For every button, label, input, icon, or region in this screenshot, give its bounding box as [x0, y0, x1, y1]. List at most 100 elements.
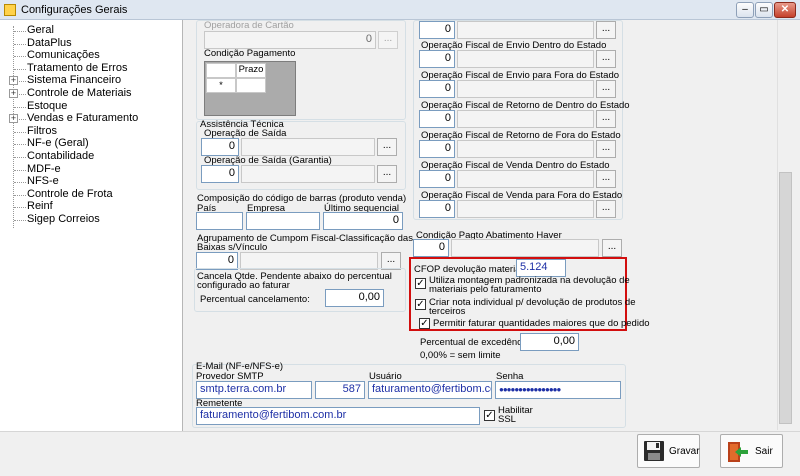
senha-field[interactable]: ●●●●●●●●●●●●●●●●: [495, 381, 621, 399]
pais-field[interactable]: [196, 212, 243, 230]
op-saida-garantia-lookup-button[interactable]: ...: [377, 165, 397, 183]
perc-excedencia-field[interactable]: 0,00: [520, 333, 579, 351]
tree-connector: [14, 220, 26, 221]
tree-item[interactable]: Filtros: [27, 125, 57, 137]
floppy-disk-icon: [644, 441, 664, 461]
cond-abatimento-desc-field: [451, 239, 599, 257]
cb-permitir-faturar[interactable]: ✓: [419, 318, 430, 329]
top-op-lookup-button[interactable]: ...: [596, 21, 616, 39]
tree-connector: [14, 131, 26, 133]
perc-cancelamento-label: Percentual cancelamento:: [200, 294, 310, 305]
tree-connector: [14, 144, 26, 146]
perc-excedencia-label: Percentual de excedência:: [420, 337, 532, 348]
cb-montagem-label-2: materiais pelo faturamento: [429, 284, 542, 295]
cb-nota-individual-label-2: terceiros: [429, 306, 466, 317]
perc-cancelamento-field[interactable]: 0,00: [325, 289, 384, 307]
grid-cell-prazo[interactable]: [236, 78, 266, 93]
sair-label: Sair: [755, 446, 773, 457]
op-saida-lookup-button[interactable]: ...: [377, 138, 397, 156]
smtp-field[interactable]: smtp.terra.com.br: [196, 381, 312, 399]
fiscal-op-lookup-button[interactable]: ...: [596, 170, 616, 188]
fiscal-op-code-field[interactable]: 0: [419, 50, 455, 68]
smtp-port-field[interactable]: 587: [315, 381, 365, 399]
tree-item[interactable]: Tratamento de Erros: [27, 62, 127, 74]
cond-abatimento-lookup-button[interactable]: ...: [602, 239, 622, 257]
tree-item[interactable]: MDF-e: [27, 163, 61, 175]
op-saida-desc-field: [241, 138, 375, 156]
tree-item[interactable]: Reinf: [27, 200, 53, 212]
tree-item[interactable]: Sigep Correios: [27, 213, 100, 225]
condicao-pagamento-grid[interactable]: Prazo *: [204, 61, 296, 116]
ultimo-sequencial-field[interactable]: 0: [323, 212, 403, 230]
tree-expand-icon[interactable]: +: [9, 114, 18, 124]
settings-tree: Geral DataPlus Comunicações Tratamento de E…: [0, 20, 183, 432]
tree-expand-icon[interactable]: +: [9, 76, 18, 86]
ssl-label-2: SSL: [498, 414, 516, 425]
tree-item[interactable]: Estoque: [27, 100, 67, 112]
cb-permitir-faturar-label: Permitir faturar quantidades maiores que…: [433, 318, 650, 329]
usuario-field[interactable]: faturamento@fertibom.com.br: [368, 381, 492, 399]
tree-item[interactable]: Geral: [27, 24, 54, 36]
footer-divider: [0, 431, 800, 432]
tree-connector: [14, 194, 26, 196]
sair-button[interactable]: Sair: [720, 434, 783, 468]
top-op-code-field[interactable]: 0: [419, 21, 455, 39]
tree-expand-icon[interactable]: +: [9, 89, 18, 98]
tree-item[interactable]: DataPlus: [27, 37, 72, 49]
fiscal-op-lookup-button[interactable]: ...: [596, 80, 616, 98]
fiscal-op-code-field[interactable]: 0: [419, 140, 455, 158]
cb-montagem-padronizada[interactable]: ✓: [415, 278, 426, 289]
fiscal-op-desc-field: [457, 170, 594, 188]
tree-connector: [14, 157, 26, 158]
maximize-button[interactable]: ▭: [755, 2, 773, 18]
top-op-desc-field: [457, 21, 594, 39]
exit-door-icon: [728, 442, 748, 462]
fiscal-op-desc-field: [457, 50, 594, 68]
scrollbar-thumb[interactable]: [779, 172, 792, 424]
cb-habilitar-ssl[interactable]: ✓: [484, 410, 495, 421]
empresa-field[interactable]: [246, 212, 320, 230]
fiscal-op-lookup-button[interactable]: ...: [596, 110, 616, 128]
fiscal-op-desc-field: [457, 140, 594, 158]
op-saida-code-field[interactable]: 0: [201, 138, 239, 156]
app-icon: [4, 4, 16, 16]
tree-connector: [14, 169, 26, 171]
op-saida-garantia-code-field[interactable]: 0: [201, 165, 239, 183]
fiscal-op-code-field[interactable]: 0: [419, 110, 455, 128]
tree-connector: [14, 207, 26, 209]
remetente-field[interactable]: faturamento@fertibom.com.br: [196, 407, 480, 425]
operadora-cartao-field: 0: [204, 31, 376, 49]
gravar-label: Gravar: [669, 446, 700, 457]
fiscal-op-code-field[interactable]: 0: [419, 80, 455, 98]
tree-connector: [14, 56, 26, 58]
condicao-pagamento-label: Condição Pagamento: [204, 48, 296, 59]
tree-item[interactable]: Contabilidade: [27, 150, 94, 162]
tree-connector: [14, 106, 26, 108]
tree-item[interactable]: Controle de Frota: [27, 188, 113, 200]
fiscal-op-code-field[interactable]: 0: [419, 170, 455, 188]
grid-header-prazo[interactable]: Prazo: [236, 63, 266, 78]
cond-abatimento-code-field[interactable]: 0: [413, 239, 449, 257]
fiscal-op-lookup-button[interactable]: ...: [596, 140, 616, 158]
tree-item[interactable]: NFS-e: [27, 175, 59, 187]
fiscal-op-lookup-button[interactable]: ...: [596, 200, 616, 218]
tree-item[interactable]: Controle de Materiais: [27, 87, 132, 99]
window-title: Configurações Gerais: [21, 4, 128, 16]
close-button[interactable]: ✕: [774, 2, 796, 18]
operadora-cartao-label: Operadora de Cartão: [204, 20, 294, 31]
fiscal-op-lookup-button[interactable]: ...: [596, 50, 616, 68]
op-saida-garantia-desc-field: [241, 165, 375, 183]
cancela-label-2: configurado ao faturar: [197, 280, 290, 291]
fiscal-op-code-field[interactable]: 0: [419, 200, 455, 218]
cb-nota-individual[interactable]: ✓: [415, 299, 426, 310]
fiscal-op-desc-field: [457, 80, 594, 98]
operadora-cartao-lookup-button: ...: [378, 31, 398, 49]
tree-item[interactable]: Sistema Financeiro: [27, 74, 121, 86]
tree-connector: [14, 43, 26, 45]
tree-item[interactable]: NF-e (Geral): [27, 137, 89, 149]
gravar-button[interactable]: Gravar: [637, 434, 700, 468]
tree-item[interactable]: Vendas e Faturamento: [27, 112, 138, 124]
tree-connector: [14, 182, 26, 184]
tree-item[interactable]: Comunicações: [27, 49, 100, 61]
minimize-button[interactable]: –: [736, 2, 754, 18]
